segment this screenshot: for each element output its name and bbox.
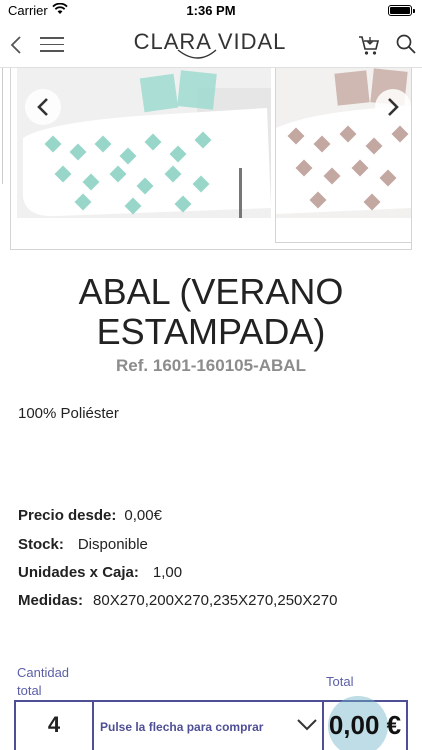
menu-icon[interactable] (40, 37, 64, 53)
product-image-carousel[interactable] (10, 68, 412, 250)
battery-icon (388, 5, 415, 16)
chevron-left-icon (37, 98, 48, 116)
chevron-right-icon (388, 98, 399, 116)
carousel-next-button[interactable] (375, 89, 411, 125)
navigation-bar: CLARA VIDAL (0, 22, 422, 68)
logo-swoosh (177, 49, 217, 59)
back-chevron-icon[interactable] (6, 34, 26, 56)
spec-stock: Stock: Disponible (18, 536, 148, 553)
quantity-label-line: total (17, 683, 42, 698)
quantity-label-line: Cantidad (17, 665, 70, 680)
spec-label: Stock: (18, 536, 64, 553)
spec-value: 0,00€ (124, 507, 162, 524)
spec-value: Disponible (77, 536, 148, 553)
cart-icon[interactable] (358, 34, 380, 56)
product-composition: 100% Poliéster (18, 405, 119, 422)
spec-value: 80X270,200X270,235X270,250X270 (93, 592, 338, 609)
quantity-field[interactable]: 4 (16, 702, 94, 750)
status-bar: Carrier 1:36 PM (0, 0, 422, 22)
total-label: Total (326, 674, 354, 689)
quantity-label: Cantidad total (17, 664, 87, 700)
product-title-line: ABAL (VERANO (78, 271, 344, 312)
total-value: 0,00 € (328, 710, 402, 740)
spec-units-per-box: Unidades x Caja: 1,00 (18, 564, 182, 581)
bedspread-image (17, 68, 271, 218)
spec-label: Unidades x Caja: (18, 564, 139, 581)
buy-bar: 4 Pulse la flecha para comprar 0,00 € (14, 696, 408, 750)
spec-label: Medidas: (18, 592, 84, 609)
chevron-down-icon[interactable] (296, 718, 318, 732)
clock: 1:36 PM (186, 3, 236, 18)
buy-dropdown[interactable]: Pulse la flecha para comprar (94, 702, 324, 750)
spec-label: Precio desde: (18, 507, 117, 524)
total-box: 0,00 € (324, 696, 406, 750)
previous-slide-edge (0, 68, 3, 184)
spec-value: 1,00 (152, 564, 183, 581)
spec-price: Precio desde: 0,00€ (18, 507, 162, 524)
product-title-line: ESTAMPADA) (96, 311, 326, 352)
carousel-prev-button[interactable] (25, 89, 61, 125)
spec-sizes: Medidas: 80X270,200X270,235X270,250X270 (18, 592, 337, 609)
product-title: ABAL (VERANO ESTAMPADA) (0, 272, 422, 352)
brand-logo[interactable]: CLARA VIDAL (130, 28, 290, 62)
search-icon[interactable] (396, 34, 416, 54)
product-reference: Ref. 1601-160105-ABAL (116, 356, 306, 375)
buy-dropdown-text: Pulse la flecha para comprar (100, 720, 264, 734)
carousel-slide[interactable] (17, 68, 271, 218)
